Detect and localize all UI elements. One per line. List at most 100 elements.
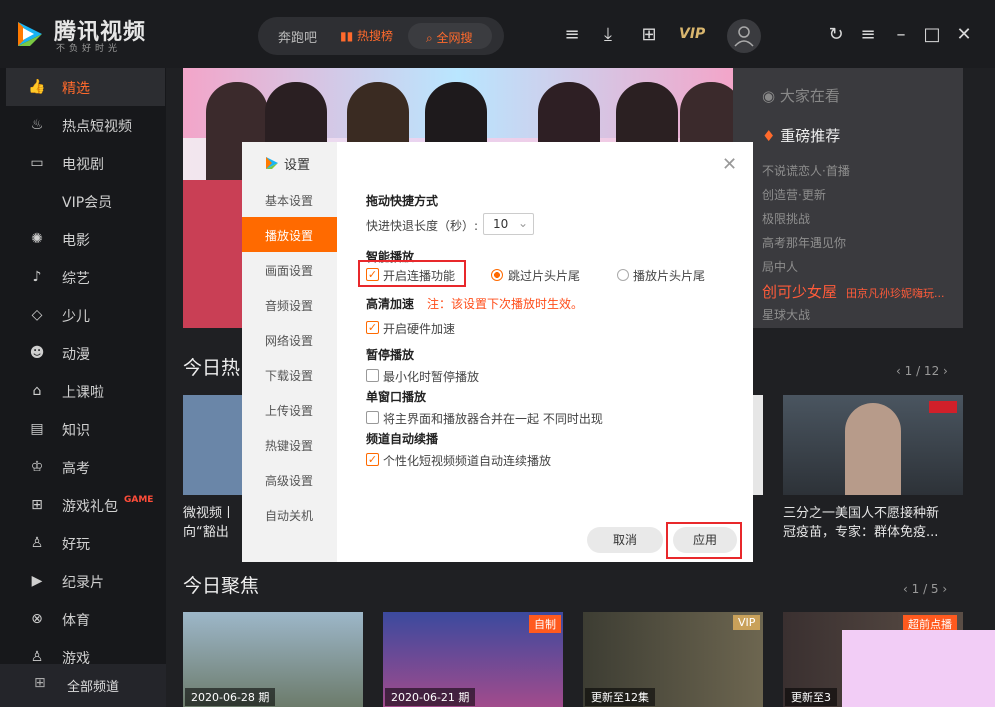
close-icon[interactable]: ✕ — [953, 24, 975, 46]
recommend-item[interactable]: 星球大战 — [762, 306, 810, 323]
banner-person-body — [183, 180, 243, 328]
sidebar-item-11[interactable]: ⊞ 游戏礼包 GAME — [6, 486, 165, 524]
video-thumbnail[interactable]: 自制 2020-06-21 期 — [383, 612, 563, 707]
sidebar-item-4[interactable]: ✺ 电影 — [6, 220, 165, 258]
pager-hot-label: 1 / 12 — [904, 364, 940, 378]
vip-button[interactable]: VIP — [679, 26, 705, 42]
menu-icon[interactable]: ≡ — [857, 24, 879, 46]
settings-tab[interactable]: 下载设置 — [242, 357, 337, 392]
sidebar-item-label: 纪录片 — [62, 575, 104, 591]
video-thumbnail[interactable] — [753, 395, 763, 495]
all-channels-button[interactable]: ⊞ 全部频道 — [0, 664, 166, 707]
maximize-icon[interactable]: □ — [921, 24, 943, 46]
recommend-item[interactable]: 创造营·更新 — [762, 186, 826, 203]
next-icon[interactable]: › — [939, 582, 947, 596]
prev-icon[interactable]: ‹ — [903, 582, 912, 596]
corner-overlay — [842, 630, 995, 707]
seek-length-value: 10 — [493, 217, 509, 231]
prev-icon[interactable]: ‹ — [896, 364, 905, 378]
settings-tab[interactable]: 播放设置 — [242, 217, 337, 252]
single-checkbox[interactable] — [366, 411, 379, 424]
sidebar-item-label: 热点短视频 — [62, 119, 132, 135]
settings-tab[interactable]: 音频设置 — [242, 287, 337, 322]
pause-heading: 暂停播放 — [366, 348, 415, 362]
video-thumbnail[interactable] — [783, 395, 963, 495]
episode-date: 2020-06-21 期 — [385, 688, 476, 706]
video-thumbnail[interactable] — [183, 395, 243, 495]
history-icon[interactable]: ≡ — [561, 24, 583, 46]
sidebar-item-0[interactable]: 👍 精选 — [6, 68, 165, 106]
video-caption[interactable]: 三分之一美国人不愿接种新 冠疫苗，专家：群体免疫... — [783, 504, 963, 542]
blank-icon — [28, 192, 46, 210]
fire-icon: ♦ — [762, 127, 781, 145]
search-input[interactable]: 奔跑吧 — [278, 27, 317, 46]
channel-heading: 频道自动续播 — [366, 432, 439, 446]
badge: 自制 — [529, 615, 561, 633]
search-icon: ⌕ — [426, 31, 437, 45]
sidebar-item-3[interactable]: VIP会员 — [6, 182, 165, 220]
continuous-checkbox[interactable]: ✓ — [366, 268, 379, 281]
channel-checkbox[interactable]: ✓ — [366, 453, 379, 466]
sidebar-item-9[interactable]: ▤ 知识 — [6, 410, 165, 448]
recommend-title: ♦ 重磅推荐 — [762, 125, 840, 146]
settings-tab[interactable]: 画面设置 — [242, 252, 337, 287]
skip-label: 跳过片头片尾 — [508, 269, 581, 283]
sidebar-item-label: 综艺 — [62, 271, 90, 287]
video-thumbnail[interactable]: VIP 更新至12集 — [583, 612, 763, 707]
recommend-item-hot[interactable]: 创可少女屋 — [762, 281, 837, 302]
all-search-text: 全网搜 — [436, 31, 473, 45]
seek-length-select[interactable]: 10 ⌄ — [483, 213, 534, 235]
sidebar-item-label: VIP会员 — [62, 195, 113, 211]
sidebar-item-7[interactable]: ☻ 动漫 — [6, 334, 165, 372]
settings-tab[interactable]: 高级设置 — [242, 462, 337, 497]
pause-checkbox[interactable] — [366, 369, 379, 382]
sidebar-item-label: 电视剧 — [62, 157, 104, 173]
sidebar-item-2[interactable]: ▭ 电视剧 — [6, 144, 165, 182]
sidebar-item-6[interactable]: ◇ 少儿 — [6, 296, 165, 334]
sidebar-item-13[interactable]: ▶ 纪录片 — [6, 562, 165, 600]
settings-tab[interactable]: 上传设置 — [242, 392, 337, 427]
all-search-button[interactable]: ⌕ 全网搜 — [408, 23, 492, 49]
recommend-item[interactable]: 高考那年遇见你 — [762, 234, 846, 251]
tencent-video-logo — [18, 22, 42, 46]
recommend-item[interactable]: 极限挑战 — [762, 210, 810, 227]
play-radio[interactable] — [617, 269, 629, 281]
recommend-item[interactable]: 不说谎恋人·首播 — [762, 162, 850, 179]
sidebar-item-10[interactable]: ♔ 高考 — [6, 448, 165, 486]
microphone-icon: ♪ — [32, 269, 42, 285]
refresh-icon[interactable]: ↻ — [825, 24, 847, 46]
recommend-item[interactable]: 局中人 — [762, 258, 798, 275]
sidebar-item-14[interactable]: ⊗ 体育 — [6, 600, 165, 638]
book-icon: ▤ — [30, 421, 44, 437]
apply-button[interactable]: 应用 — [673, 527, 737, 553]
kite-icon: ◇ — [31, 307, 43, 323]
next-icon[interactable]: › — [939, 364, 948, 378]
settings-tab[interactable]: 热键设置 — [242, 427, 337, 462]
settings-tab[interactable]: 网络设置 — [242, 322, 337, 357]
sidebar-item-5[interactable]: ♪ 综艺 — [6, 258, 165, 296]
sidebar-item-label: 少儿 — [62, 309, 90, 325]
search-box[interactable]: 奔跑吧 ▮▮ 热搜榜 ⌕ 全网搜 — [258, 17, 504, 55]
avatar[interactable] — [727, 19, 761, 53]
settings-tab[interactable]: 自动关机 — [242, 497, 337, 532]
video-thumbnail[interactable]: 2020-06-28 期 — [183, 612, 363, 707]
hw-accel-label: 开启硬件加速 — [383, 322, 456, 336]
video-caption[interactable]: 微视频丨 向“豁出 — [183, 504, 243, 544]
episode-date: 2020-06-28 期 — [185, 688, 276, 706]
dialog-close-icon[interactable]: ✕ — [722, 154, 737, 175]
sidebar-item-8[interactable]: ⌂ 上课啦 — [6, 372, 165, 410]
chevron-down-icon: ⌄ — [517, 216, 528, 230]
minimize-icon[interactable]: – — [890, 24, 912, 46]
skip-radio[interactable] — [491, 269, 503, 281]
game-controller-icon[interactable]: ⊞ — [638, 24, 660, 46]
hw-accel-checkbox[interactable]: ✓ — [366, 321, 379, 334]
download-icon[interactable]: ⤓ — [597, 24, 619, 46]
sidebar-item-12[interactable]: ♙ 好玩 — [6, 524, 165, 562]
sidebar-item-1[interactable]: ♨ 热点短视频 — [6, 106, 165, 144]
dialog-title: 设置 — [284, 158, 311, 173]
cancel-button[interactable]: 取消 — [587, 527, 663, 553]
hot-search-button[interactable]: ▮▮ 热搜榜 — [340, 27, 393, 44]
settings-tab[interactable]: 基本设置 — [242, 182, 337, 217]
film-reel-icon: ✺ — [31, 231, 43, 247]
continuous-label: 开启连播功能 — [383, 269, 456, 283]
